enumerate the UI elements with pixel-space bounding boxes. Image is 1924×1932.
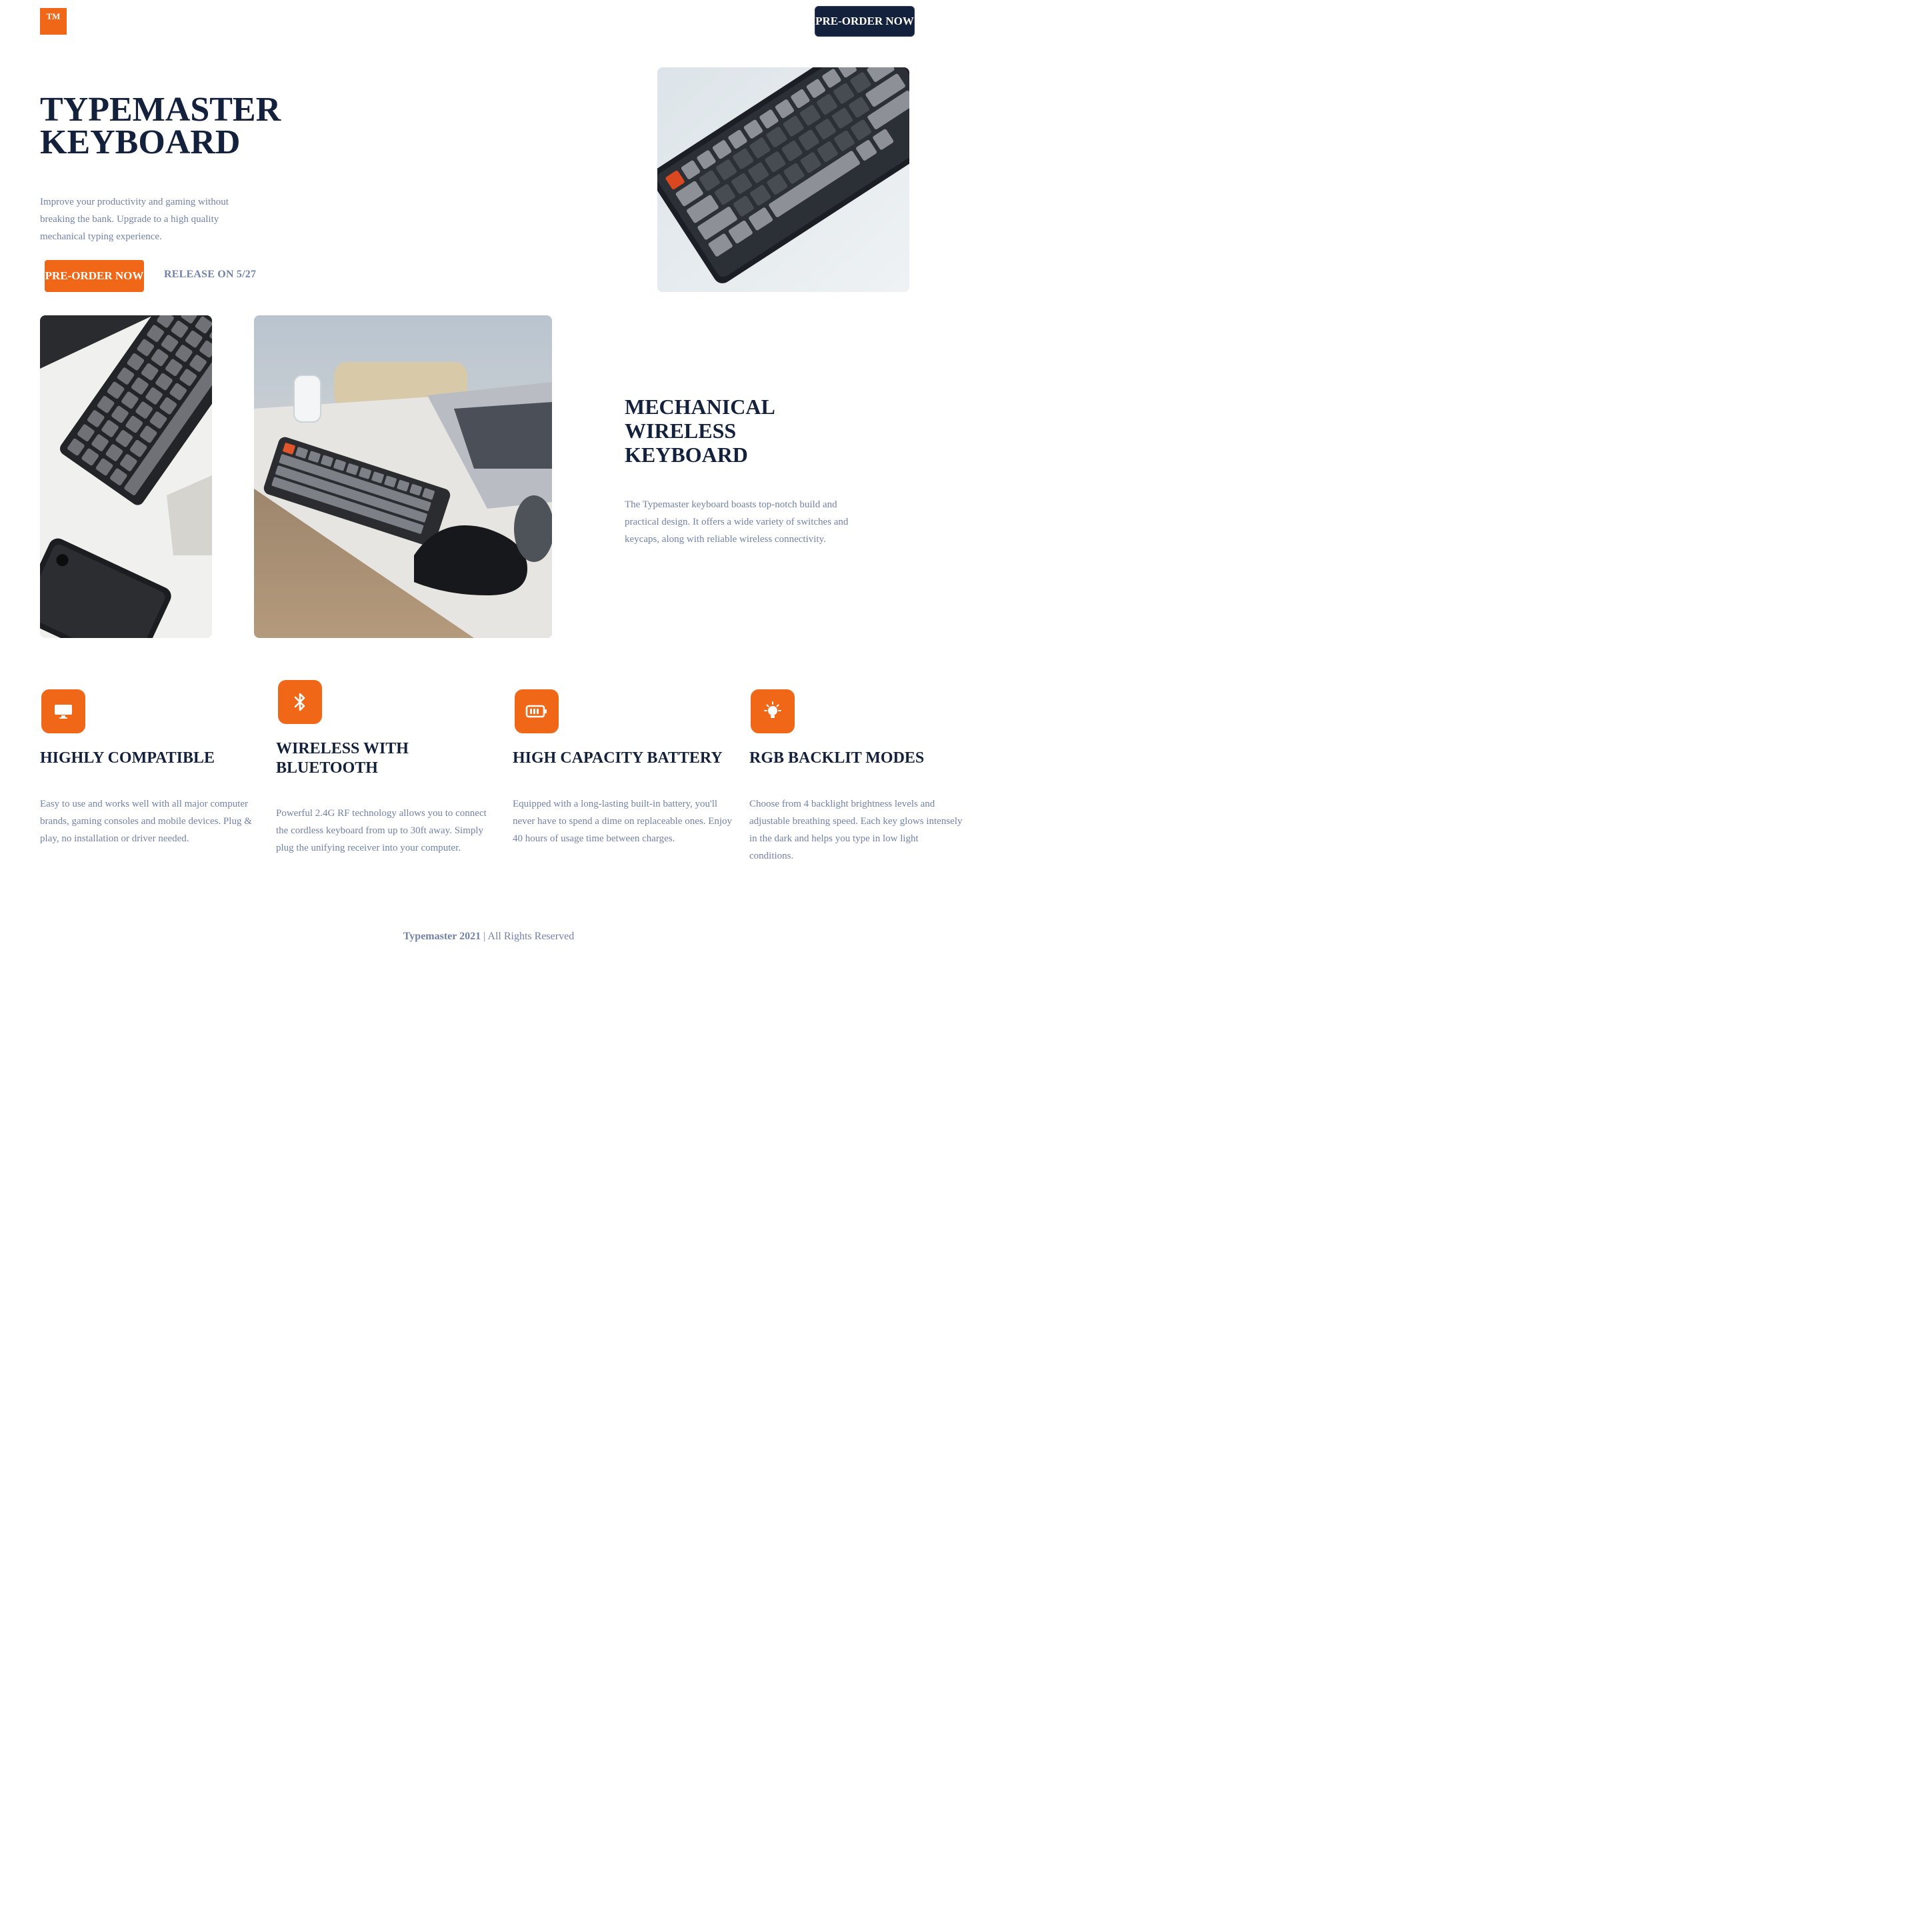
logo[interactable]: TM — [40, 8, 67, 35]
section-title-line3: KEYBOARD — [625, 443, 748, 467]
monitor-icon — [55, 705, 72, 719]
hero-description: Improve your productivity and gaming wit… — [40, 197, 229, 242]
hero-title-line2: KEYBOARD — [40, 123, 241, 161]
feature-description-backlight: Choose from 4 backlight brightness level… — [749, 799, 963, 861]
logo-text: TM — [46, 11, 61, 21]
feature-title-battery: HIGH CAPACITY BATTERY — [513, 749, 723, 767]
feature-title-compatible: HIGHLY COMPATIBLE — [40, 749, 215, 767]
section-title: MECHANICAL WIRELESS KEYBOARD — [625, 395, 825, 467]
feature-description-bluetooth: Powerful 2.4G RF technology allows you t… — [276, 808, 487, 853]
feature-description-compatible: Easy to use and works well with all majo… — [40, 799, 252, 844]
section-title-line2: WIRELESS — [625, 419, 737, 443]
feature-icon-box-compatible — [41, 689, 85, 733]
keyboard-phone-image — [40, 315, 212, 638]
feature-icon-box-backlight — [751, 689, 795, 733]
feature-icon-box-battery — [515, 689, 559, 733]
hero-preorder-button[interactable]: PRE-ORDER NOW — [45, 260, 144, 292]
desk-setup-image — [254, 315, 552, 638]
feature-title-bluetooth: WIRELESS WITH BLUETOOTH — [276, 740, 409, 777]
section-title-line1: MECHANICAL — [625, 395, 775, 419]
feature-icon-box-bluetooth — [278, 680, 322, 724]
footer-rights: All Rights Reserved — [487, 931, 575, 942]
hero-keyboard-image — [657, 67, 909, 292]
hero-preorder-label: PRE-ORDER NOW — [45, 269, 144, 282]
lightbulb-icon — [764, 701, 781, 718]
footer-separator: | — [483, 931, 486, 942]
battery-icon — [525, 705, 547, 718]
bluetooth-icon — [294, 693, 305, 711]
nav-preorder-label: PRE-ORDER NOW — [815, 15, 914, 27]
footer: Typemaster 2021 | All Rights Reserved — [0, 931, 977, 943]
nav-preorder-button[interactable]: PRE-ORDER NOW — [815, 6, 915, 37]
footer-brand: Typemaster 2021 — [403, 931, 481, 942]
feature-description-battery: Equipped with a long-lasting built-in ba… — [513, 799, 733, 844]
section-description: The Typemaster keyboard boasts top-notch… — [625, 499, 849, 545]
feature-title-backlight: RGB BACKLIT MODES — [749, 749, 925, 767]
release-date-link[interactable]: RELEASE ON 5/27 — [164, 269, 256, 281]
hero-title: TYPEMASTER KEYBOARD — [40, 93, 387, 161]
